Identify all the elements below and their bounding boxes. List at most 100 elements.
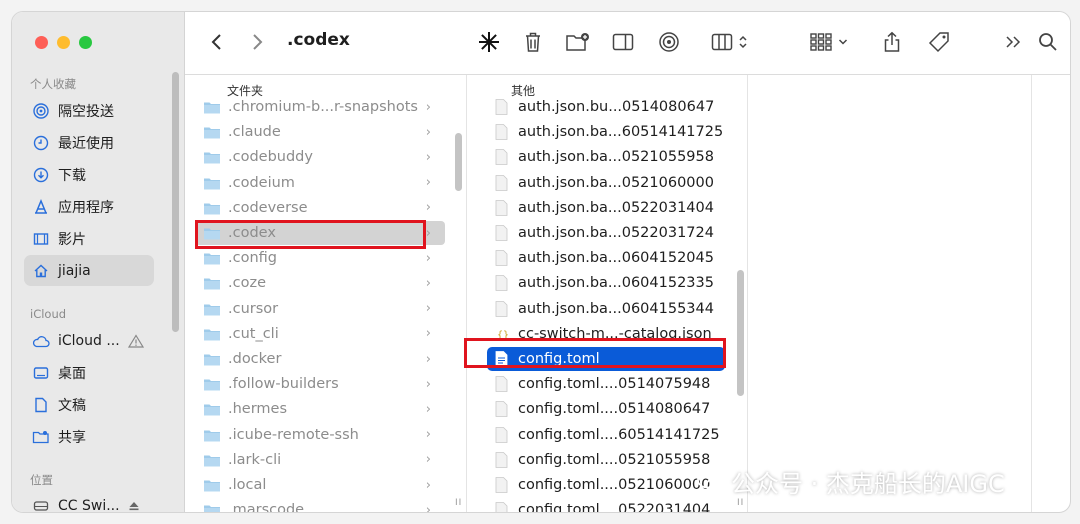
disk-icon [32,497,50,513]
sidebar-item-airdrop[interactable]: 隔空投送 [24,95,154,126]
folder-row[interactable]: .marscode › [195,498,445,512]
folder-icon [204,178,220,190]
file-row[interactable]: config.toml....60514141725 [487,423,725,447]
folder-name: .coze [228,275,266,292]
folder-icon [204,304,220,316]
folder-icon [204,404,220,416]
folder-row[interactable]: .hermes › [195,397,445,421]
file-row[interactable]: config.toml....0522031404 [487,498,725,512]
column-resize-handle[interactable]: II [455,498,462,508]
share-button[interactable] [879,28,905,56]
sidebar-item-label: jiajia [58,262,91,279]
file-row[interactable]: auth.json.ba...0521060000 [487,171,725,195]
sidebar-item-downloads[interactable]: 下载 [24,159,154,190]
sidebar-item-movies[interactable]: 影片 [24,223,154,254]
folder-row[interactable]: .cut_cli › [195,322,445,346]
column-scrollbar[interactable] [455,133,462,191]
chevron-right-icon: › [425,124,431,140]
folder-name: .codebuddy [228,149,313,166]
folder-icon [204,152,220,164]
file-name: auth.json.ba...0521055958 [518,149,714,166]
folder-row[interactable]: .codebuddy › [195,145,445,169]
file-row[interactable]: auth.json.ba...0604152045 [487,246,725,270]
chevron-right-icon: › [425,149,431,165]
folder-row[interactable]: .chromium-b...r-snapshots › [195,95,445,119]
back-button[interactable] [205,28,229,56]
file-row[interactable]: auth.json.ba...0522031724 [487,221,725,245]
preview-column [747,75,1031,512]
eject-icon[interactable] [128,500,140,512]
more-button[interactable] [1001,28,1025,56]
column-scrollbar[interactable] [737,270,744,396]
folder-name: .follow-builders [228,376,339,393]
sidebar-toggle-icon [612,33,634,51]
folder-row[interactable]: .icube-remote-ssh › [195,423,445,447]
folder-row[interactable]: .local › [195,473,445,497]
sidebar-item-documents[interactable]: 文稿 [24,389,154,420]
sidebar-scrollbar[interactable] [172,72,179,332]
folder-row[interactable]: .codeverse › [195,196,445,220]
new-folder-button[interactable] [563,28,593,56]
folder-row[interactable]: .cursor › [195,297,445,321]
column-resize-handle[interactable]: II [737,498,744,508]
zoom-button[interactable] [79,36,92,49]
folder-row[interactable]: .docker › [195,347,445,371]
file-name: config.toml....60514141725 [518,426,720,443]
file-row[interactable]: auth.json.ba...60514141725 [487,120,725,144]
sidebar-item-label: 隔空投送 [58,103,114,120]
window-title: .codex [287,30,350,50]
sidebar-item-label: 应用程序 [58,199,114,216]
file-row[interactable]: auth.json.ba...0522031404 [487,196,725,220]
view-mode-button[interactable] [705,28,753,56]
search-button[interactable] [1035,28,1061,56]
column-view-icon [711,33,732,51]
chevron-right-icon: › [425,452,431,468]
folder-row[interactable]: .follow-builders › [195,372,445,396]
trash-button[interactable] [519,28,547,56]
file-row[interactable]: config.toml....0514075948 [487,372,725,396]
window-controls [35,36,92,49]
folder-row[interactable]: .lark-cli › [195,448,445,472]
folder-icon [204,480,220,492]
file-row[interactable]: auth.json.ba...0521055958 [487,145,725,169]
file-name: auth.json.ba...0604155344 [518,300,714,317]
warning-icon [127,333,144,348]
sidebar-item-shared[interactable]: 共享 [24,421,154,452]
file-row[interactable]: auth.json.bu...0514080647 [487,95,725,119]
file-row[interactable]: config.toml....0521060000 [487,473,725,497]
file-row[interactable]: config.toml....0521055958 [487,448,725,472]
preview-pane-button[interactable] [609,28,637,56]
folder-row[interactable]: .config › [195,246,445,270]
folder-row[interactable]: .coze › [195,271,445,295]
file-row[interactable]: config.toml....0514080647 [487,397,725,421]
share-icon [884,31,900,52]
file-row[interactable]: auth.json.ba...0604155344 [487,297,725,321]
close-button[interactable] [35,36,48,49]
sidebar-item-home[interactable]: jiajia [24,255,154,286]
file-name: auth.json.bu...0514080647 [518,99,715,115]
home-icon [32,262,50,280]
sidebar-item-icloud-drive[interactable]: iCloud ... [24,325,154,356]
folder-row[interactable]: .codeium › [195,171,445,195]
file-row[interactable]: auth.json.ba...0604152335 [487,271,725,295]
file-name: auth.json.ba...0521060000 [518,174,714,191]
sparkle-icon[interactable] [475,28,503,56]
chevron-right-icon: › [425,99,431,115]
sidebar-item-applications[interactable]: 应用程序 [24,191,154,222]
sidebar-item-label: 桌面 [58,365,86,382]
double-chevron-right-icon [1006,36,1021,48]
group-button[interactable] [805,28,853,56]
folder-row[interactable]: .claude › [195,120,445,144]
chevron-right-icon: › [425,326,431,342]
airdrop-icon [659,32,679,52]
document-icon [495,426,508,443]
tag-button[interactable] [925,28,953,56]
folder-icon [204,354,220,366]
sidebar-item-recents[interactable]: 最近使用 [24,127,154,158]
airdrop-button[interactable] [655,28,683,56]
finder-window: 个人收藏 隔空投送 最近使用 下载 应用程序 影片 jiajia iCloud … [11,11,1071,513]
sidebar-item-disk[interactable]: CC Swi... [24,490,154,513]
sidebar-item-desktop[interactable]: 桌面 [24,357,154,388]
forward-button[interactable] [245,28,269,56]
minimize-button[interactable] [57,36,70,49]
